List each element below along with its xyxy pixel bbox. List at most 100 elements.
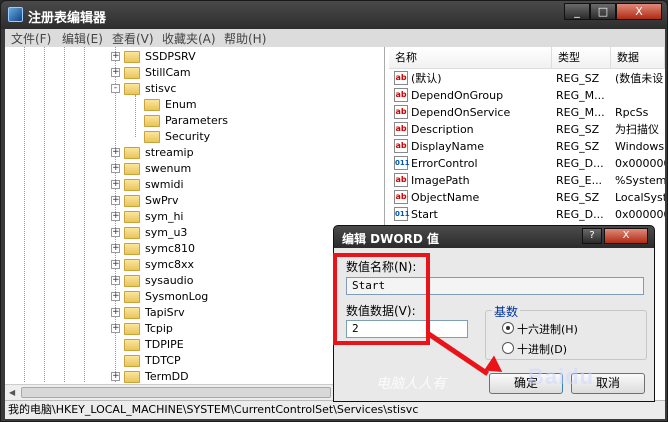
tree-item[interactable]: + StillCam bbox=[5, 65, 383, 81]
value-data: 0x000000 bbox=[615, 157, 665, 170]
close-button[interactable]: X bbox=[616, 3, 662, 20]
tree-item[interactable]: Enum bbox=[5, 97, 383, 113]
expand-icon[interactable]: + bbox=[111, 164, 120, 173]
base-label: 基数 bbox=[492, 303, 521, 320]
tree-item[interactable]: + sym_u3 bbox=[5, 225, 383, 241]
value-name: ObjectName bbox=[411, 191, 480, 204]
value-row[interactable]: 011 Start REG_D... 0x000000 bbox=[389, 206, 665, 223]
folder-icon bbox=[124, 339, 140, 351]
value-type: REG_D... bbox=[556, 157, 604, 170]
tree-item[interactable]: Parameters bbox=[5, 113, 383, 129]
value-row[interactable]: ab DependOnService REG_M... RpcSs bbox=[389, 104, 665, 121]
tree-item[interactable]: TDPIPE bbox=[5, 337, 383, 353]
menu-bar: 文件(F) 编辑(E) 查看(V) 收藏夹(A) 帮助(H) bbox=[5, 29, 665, 47]
key-tree[interactable]: ◀ ▶ + SSDPSRV + StillCam - stisvc Enum Paramete… bbox=[5, 47, 385, 400]
tree-item[interactable]: + symc8xx bbox=[5, 257, 383, 273]
tree-item[interactable]: + symc810 bbox=[5, 241, 383, 257]
tree-horizontal-scrollbar[interactable]: ◀ ▶ bbox=[5, 384, 385, 400]
value-row[interactable]: ab DependOnGroup REG_M... bbox=[389, 87, 665, 104]
tree-item[interactable]: + Tcpip bbox=[5, 321, 383, 337]
tree-item[interactable]: + sysaudio bbox=[5, 273, 383, 289]
expand-icon[interactable]: + bbox=[111, 308, 120, 317]
column-header-name[interactable]: 名称 bbox=[389, 47, 552, 69]
value-row[interactable]: ab (默认) REG_SZ (数值未设 bbox=[389, 70, 665, 87]
string-value-icon: ab bbox=[394, 173, 408, 187]
folder-icon bbox=[124, 307, 140, 319]
value-row[interactable]: 011 ErrorControl REG_D... 0x000000 bbox=[389, 155, 665, 172]
dialog-close-button[interactable]: X bbox=[604, 228, 648, 244]
tree-item[interactable]: + swmidi bbox=[5, 177, 383, 193]
expand-icon[interactable]: + bbox=[111, 244, 120, 253]
folder-icon bbox=[144, 115, 160, 127]
tree-item-label: sym_hi bbox=[145, 210, 184, 223]
tree-item[interactable]: + TapiSrv bbox=[5, 305, 383, 321]
tree-item[interactable]: + streamip bbox=[5, 145, 383, 161]
tree-item-label: Parameters bbox=[165, 114, 228, 127]
folder-icon bbox=[124, 67, 140, 79]
expand-icon[interactable]: + bbox=[111, 228, 120, 237]
value-type: REG_D... bbox=[556, 208, 604, 221]
dialog-help-button[interactable]: ? bbox=[582, 228, 602, 244]
tree-scroll-thumb[interactable] bbox=[21, 387, 331, 398]
folder-icon bbox=[124, 259, 140, 271]
value-data: RpcSs bbox=[615, 106, 649, 119]
tree-item[interactable]: Security bbox=[5, 129, 383, 145]
value-row[interactable]: ab ImagePath REG_E... %Systeml bbox=[389, 172, 665, 189]
column-header-type[interactable]: 类型 bbox=[552, 47, 611, 69]
menu-file[interactable]: 文件(F) bbox=[11, 30, 51, 47]
expand-icon[interactable]: + bbox=[111, 276, 120, 285]
status-bar-path: 我的电脑\HKEY_LOCAL_MACHINE\SYSTEM\CurrentCo… bbox=[5, 400, 665, 419]
tree-item-label: SSDPSRV bbox=[145, 50, 196, 63]
tree-item[interactable]: + swenum bbox=[5, 161, 383, 177]
menu-edit[interactable]: 编辑(E) bbox=[62, 30, 103, 47]
minimize-button[interactable]: _ bbox=[564, 3, 590, 20]
tree-item-label: sym_u3 bbox=[145, 226, 188, 239]
expand-icon[interactable]: + bbox=[111, 260, 120, 269]
scroll-left-icon[interactable]: ◀ bbox=[9, 388, 15, 397]
hex-radio[interactable] bbox=[502, 322, 514, 334]
value-data: 0x000000 bbox=[615, 208, 665, 221]
regedit-app-icon bbox=[8, 7, 23, 22]
decimal-radio-label[interactable]: 十进制(D) bbox=[517, 341, 567, 357]
tree-item-label: stisvc bbox=[145, 82, 177, 95]
binary-value-icon: 011 bbox=[394, 207, 410, 221]
expand-icon[interactable]: + bbox=[111, 372, 120, 381]
folder-icon bbox=[124, 211, 140, 223]
folder-icon bbox=[124, 51, 140, 63]
value-name: Start bbox=[411, 208, 438, 221]
tree-item[interactable]: + SysmonLog bbox=[5, 289, 383, 305]
expand-icon[interactable]: + bbox=[111, 148, 120, 157]
menu-view[interactable]: 查看(V) bbox=[112, 30, 154, 47]
tree-item[interactable]: + SSDPSRV bbox=[5, 49, 383, 65]
column-header-data[interactable]: 数据 bbox=[611, 47, 665, 69]
expand-icon[interactable]: + bbox=[111, 52, 120, 61]
tree-item[interactable]: + TermDD bbox=[5, 369, 383, 385]
expand-icon[interactable]: + bbox=[111, 324, 120, 333]
tree-item[interactable]: + sym_hi bbox=[5, 209, 383, 225]
title-bar[interactable]: 注册表编辑器 _ □ X bbox=[1, 1, 667, 29]
folder-icon bbox=[124, 243, 140, 255]
hex-radio-label[interactable]: 十六进制(H) bbox=[517, 321, 578, 337]
menu-help[interactable]: 帮助(H) bbox=[224, 30, 266, 47]
expand-icon[interactable]: + bbox=[111, 180, 120, 189]
value-name: ErrorControl bbox=[411, 157, 478, 170]
expand-icon[interactable]: + bbox=[111, 292, 120, 301]
tree-item[interactable]: + SwPrv bbox=[5, 193, 383, 209]
radio-selected-dot bbox=[506, 326, 510, 330]
folder-icon bbox=[124, 179, 140, 191]
window-title: 注册表编辑器 bbox=[28, 11, 107, 26]
binary-value-icon: 011 bbox=[394, 156, 410, 170]
maximize-button[interactable]: □ bbox=[590, 3, 616, 20]
value-row[interactable]: abObjectName REG_SZ LocalSyste bbox=[389, 189, 665, 206]
value-row[interactable]: ab DisplayName REG_SZ Windows bbox=[389, 138, 665, 155]
menu-favorites[interactable]: 收藏夹(A) bbox=[162, 30, 216, 47]
value-row[interactable]: ab Description REG_SZ 为扫描仪 bbox=[389, 121, 665, 138]
expand-icon[interactable]: + bbox=[111, 68, 120, 77]
decimal-radio[interactable] bbox=[502, 342, 514, 354]
dialog-title: 编辑 DWORD 值 bbox=[342, 232, 439, 246]
tree-item[interactable]: TDTCP bbox=[5, 353, 383, 369]
expand-icon[interactable]: + bbox=[111, 196, 120, 205]
tree-item[interactable]: - stisvc bbox=[5, 81, 383, 97]
collapse-icon[interactable]: - bbox=[111, 84, 120, 93]
expand-icon[interactable]: + bbox=[111, 212, 120, 221]
